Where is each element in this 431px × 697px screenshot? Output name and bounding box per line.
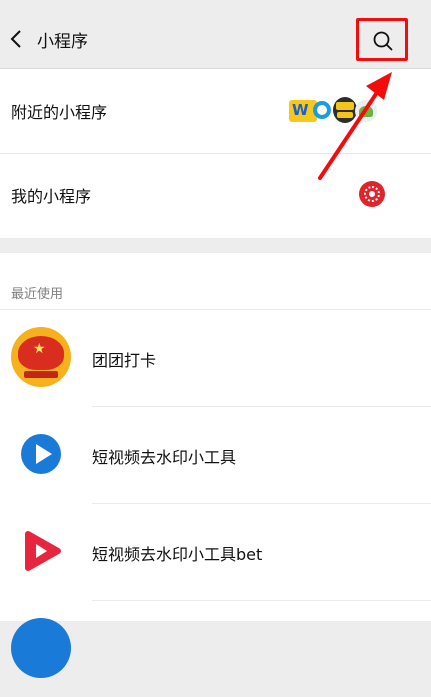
- recent-section-title: 最近使用: [11, 287, 64, 302]
- search-icon: [373, 31, 393, 51]
- nearby-mini-programs-label: 附近的小程序: [11, 103, 108, 122]
- annotation-arrow-icon: [318, 72, 392, 180]
- page-title: 小程序: [37, 32, 88, 52]
- search-button[interactable]: [356, 18, 408, 61]
- status-bar-time: ·: [6, 0, 11, 8]
- divider: [92, 406, 431, 407]
- list-item[interactable]: [0, 600, 431, 697]
- app-icon: [11, 618, 71, 678]
- list-item-name: 短视频去水印小工具: [92, 448, 237, 467]
- list-item-name: 团团打卡: [92, 351, 157, 370]
- divider: [92, 503, 431, 504]
- blue-play-app-icon: [11, 424, 71, 484]
- divider: [0, 309, 431, 310]
- back-button[interactable]: [4, 24, 32, 54]
- divider: [92, 600, 431, 601]
- list-item[interactable]: 短视频去水印小工具: [0, 406, 431, 503]
- chevron-left-icon: [10, 30, 21, 48]
- my-mini-programs-label: 我的小程序: [11, 187, 92, 206]
- list-item-name: 短视频去水印小工具bet: [92, 545, 263, 564]
- list-item[interactable]: ★ 团团打卡: [0, 309, 431, 406]
- status-bar: ·: [0, 0, 431, 10]
- recent-card: 最近使用 ★ 团团打卡 短视频去水印小工具 短视频去水印小工具bet: [0, 253, 431, 678]
- list-item[interactable]: 短视频去水印小工具bet: [0, 503, 431, 600]
- red-play-app-icon: [11, 521, 71, 581]
- tuantuan-app-icon: ★: [11, 327, 71, 387]
